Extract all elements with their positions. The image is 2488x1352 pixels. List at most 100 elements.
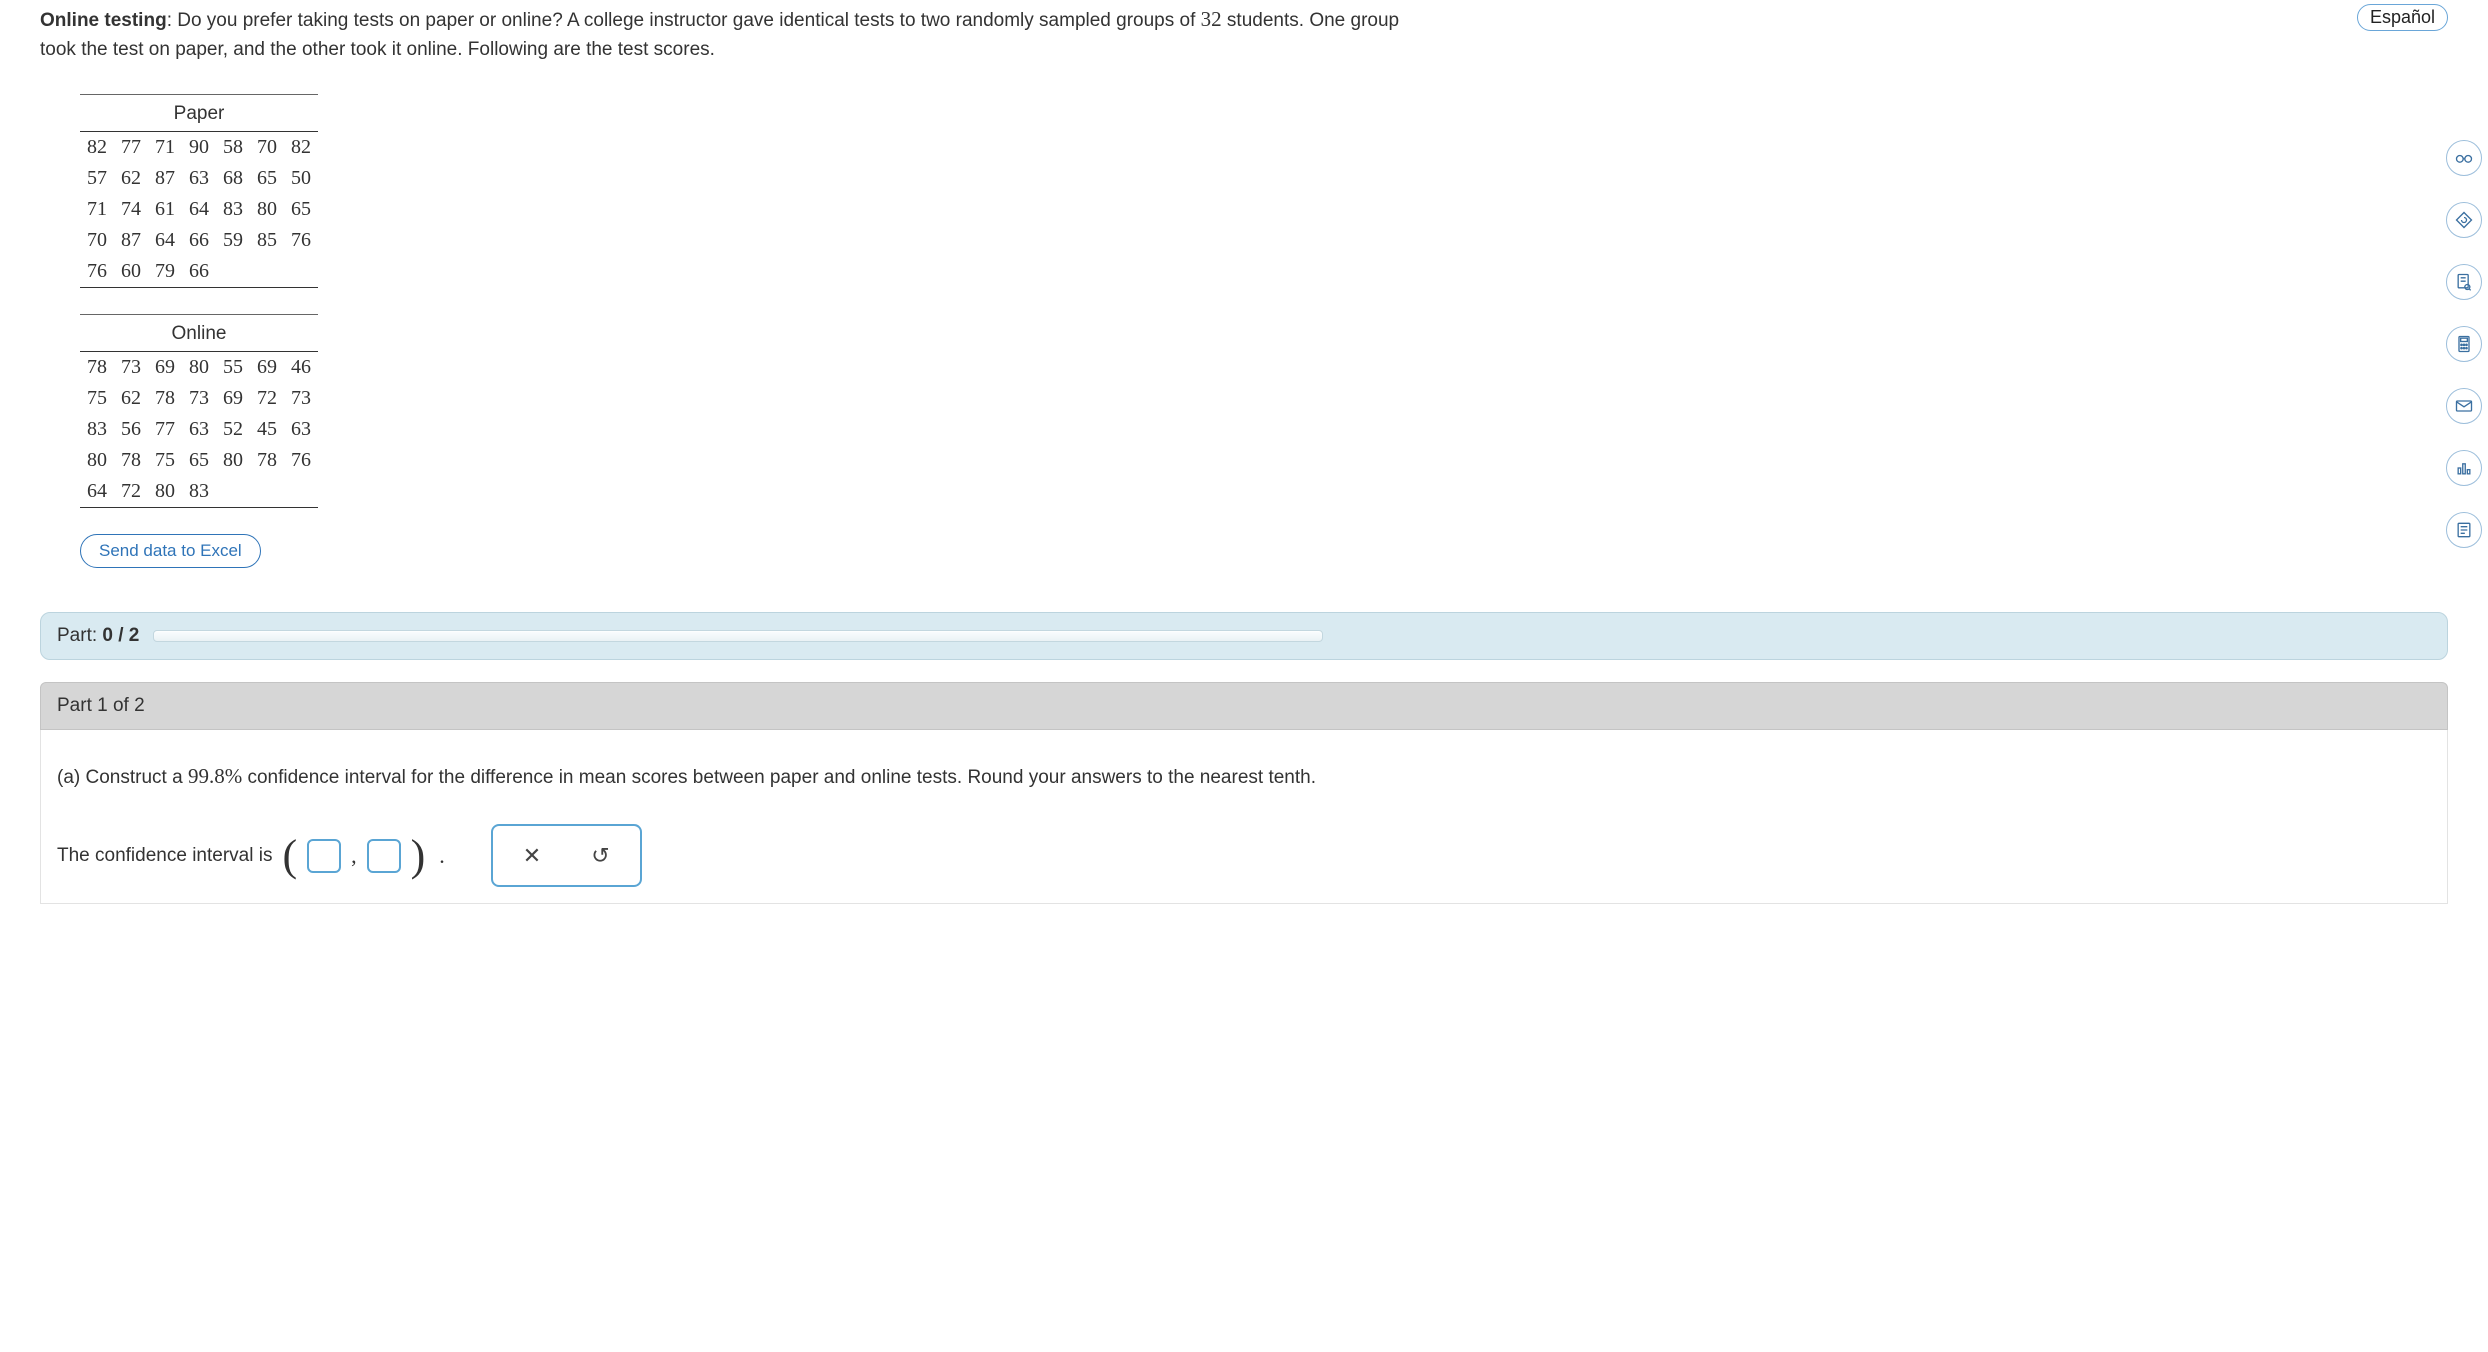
ci-prefix: The confidence interval is [57,839,272,873]
data-cell: 78 [80,352,114,383]
language-toggle[interactable]: Español [2357,4,2448,31]
period: . [439,836,445,876]
part-1-header: Part 1 of 2 [40,682,2448,730]
paper-table: Paper 8277719058708257628763686550717461… [80,94,318,288]
doc-search-icon[interactable] [2446,264,2482,300]
problem-text-before: : Do you prefer taking tests on paper or… [167,10,1201,31]
question-text-after: confidence interval for the difference i… [242,767,1316,788]
online-table-title: Online [80,314,318,352]
question-letter: (a) [57,767,86,788]
data-cell: 61 [148,194,182,225]
data-cell [284,256,318,288]
data-cell: 80 [80,445,114,476]
table-row: 71746164838065 [80,194,318,225]
data-cell: 75 [80,383,114,414]
data-cell: 85 [250,225,284,256]
header-row: Online testing: Do you prefer taking tes… [40,4,2448,64]
data-cell: 72 [114,476,148,508]
data-cell: 68 [216,163,250,194]
data-cell: 63 [182,163,216,194]
data-cell: 80 [182,352,216,383]
glasses-icon[interactable] [2446,140,2482,176]
table-row: 57628763686550 [80,163,318,194]
data-cell: 52 [216,414,250,445]
bar-chart-icon[interactable] [2446,450,2482,486]
data-cell: 82 [284,132,318,163]
progress-track [153,630,1323,642]
table-row: 82777190587082 [80,132,318,163]
answer-actions: ✕ ↺ [491,824,642,888]
data-cell: 64 [182,194,216,225]
data-cell: 83 [216,194,250,225]
data-cell: 70 [250,132,284,163]
data-cell: 64 [80,476,114,508]
data-cell: 66 [182,256,216,288]
data-cell: 76 [284,445,318,476]
data-cell: 64 [148,225,182,256]
data-cell: 83 [80,414,114,445]
sample-size: 32 [1201,7,1222,31]
mail-icon[interactable] [2446,388,2482,424]
data-cell: 78 [250,445,284,476]
data-cell: 65 [182,445,216,476]
side-toolbar [2446,140,2482,548]
question-a: (a) Construct a 99.8% confidence interva… [57,758,2431,796]
online-table: Online 787369805569467562787369727383567… [80,314,318,508]
data-cell: 80 [250,194,284,225]
data-cell: 65 [250,163,284,194]
data-cell: 87 [114,225,148,256]
data-cell: 76 [284,225,318,256]
problem-statement: Online testing: Do you prefer taking tes… [40,4,1420,64]
table-row: 78736980556946 [80,352,318,383]
data-cell: 59 [216,225,250,256]
data-cell: 83 [182,476,216,508]
problem-lead: Online testing [40,10,167,31]
send-to-excel-button[interactable]: Send data to Excel [80,534,261,568]
data-cell [250,476,284,508]
data-cell: 50 [284,163,318,194]
data-cell: 90 [182,132,216,163]
data-cell: 71 [80,194,114,225]
data-cell: 62 [114,383,148,414]
clear-icon[interactable]: ✕ [523,836,541,876]
data-cell [284,476,318,508]
data-tables: Paper 8277719058708257628763686550717461… [80,94,2448,568]
refresh-diamond-icon[interactable] [2446,202,2482,238]
table-row: 80787565807876 [80,445,318,476]
data-cell: 69 [148,352,182,383]
data-cell [250,256,284,288]
data-cell: 73 [284,383,318,414]
data-cell: 77 [114,132,148,163]
ci-lower-input[interactable] [307,839,341,873]
paper-table-title: Paper [80,94,318,132]
data-cell: 45 [250,414,284,445]
data-cell: 77 [148,414,182,445]
list-doc-icon[interactable] [2446,512,2482,548]
calculator-icon[interactable] [2446,326,2482,362]
data-cell: 66 [182,225,216,256]
data-cell: 79 [148,256,182,288]
reset-icon[interactable]: ↺ [591,836,609,876]
progress-value: 0 / 2 [102,625,139,646]
data-cell: 63 [284,414,318,445]
data-cell [216,256,250,288]
data-cell: 58 [216,132,250,163]
ci-upper-input[interactable] [367,839,401,873]
data-cell: 74 [114,194,148,225]
data-cell: 65 [284,194,318,225]
data-cell: 82 [80,132,114,163]
left-paren: ( [282,836,297,876]
data-cell: 73 [182,383,216,414]
confidence-level: 99.8% [188,764,242,788]
question-text-before: Construct a [86,767,188,788]
data-cell: 70 [80,225,114,256]
data-cell: 69 [250,352,284,383]
answer-line: The confidence interval is ( , ) . ✕ ↺ [57,824,2431,888]
data-cell: 57 [80,163,114,194]
data-cell: 75 [148,445,182,476]
data-cell: 46 [284,352,318,383]
progress-section: Part: 0 / 2 [40,612,2448,660]
table-row: 70876466598576 [80,225,318,256]
data-cell: 60 [114,256,148,288]
data-cell: 62 [114,163,148,194]
